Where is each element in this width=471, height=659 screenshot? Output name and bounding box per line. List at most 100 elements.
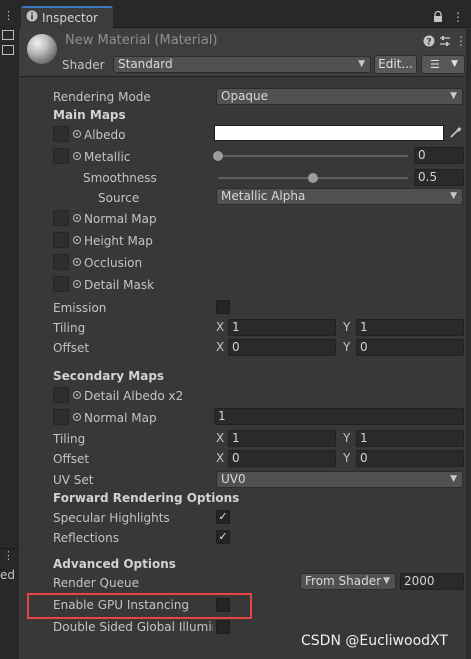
- left-panel-upper: [0, 0, 19, 548]
- chevron-down-icon: ▼: [450, 474, 457, 484]
- smoothness-label: Smoothness: [83, 171, 157, 185]
- tiling-x-field[interactable]: 1: [228, 319, 336, 336]
- metallic-label: Metallic: [84, 150, 131, 164]
- tab-inspector-label: Inspector: [42, 11, 98, 25]
- secondary-normal-scale-field[interactable]: 1: [214, 408, 464, 425]
- source-value: Metallic Alpha: [221, 189, 306, 203]
- left-kebab-icon[interactable]: ⋮: [3, 8, 14, 24]
- shader-dropdown-value: Standard: [118, 57, 173, 71]
- left-panel-text: ed: [0, 568, 15, 582]
- object-picker-icon[interactable]: [73, 152, 81, 160]
- source-label: Source: [98, 191, 140, 205]
- detail-mask-texture-slot[interactable]: [53, 276, 69, 292]
- emission-label: Emission: [53, 301, 107, 315]
- height-map-texture-slot[interactable]: [53, 232, 69, 248]
- chevron-down-icon: ▼: [358, 59, 365, 69]
- rendering-mode-value: Opaque: [221, 89, 269, 103]
- render-queue-value-field[interactable]: 2000: [400, 573, 464, 590]
- help-icon[interactable]: ?: [423, 35, 435, 47]
- chevron-down-icon: ▼: [450, 91, 457, 101]
- normal-map-label: Normal Map: [84, 212, 157, 226]
- left-window-icon[interactable]: [2, 45, 14, 55]
- highlight-box: [27, 593, 252, 619]
- occlusion-label: Occlusion: [84, 256, 143, 270]
- emission-checkbox[interactable]: [216, 300, 230, 314]
- object-picker-icon[interactable]: [73, 214, 81, 222]
- lock-icon[interactable]: [433, 11, 443, 23]
- chevron-down-icon: ▼: [451, 59, 458, 69]
- info-icon: [26, 10, 38, 22]
- left-lock-window-icon[interactable]: [2, 30, 14, 40]
- object-picker-icon[interactable]: [73, 258, 81, 266]
- secondary-tiling-x-label: X: [216, 431, 225, 445]
- render-queue-label: Render Queue: [53, 576, 139, 590]
- occlusion-texture-slot[interactable]: [53, 254, 69, 270]
- object-picker-icon[interactable]: [73, 413, 81, 421]
- offset-label: Offset: [53, 341, 90, 355]
- metallic-texture-slot[interactable]: [53, 148, 69, 164]
- detail-albedo-label: Detail Albedo x2: [84, 389, 184, 403]
- inspector-scrollbar[interactable]: [466, 29, 471, 659]
- left-panel-strip: ⋮ ⋮ ed: [0, 0, 19, 659]
- checkmark-icon: ✓: [218, 530, 228, 543]
- shader-list-button[interactable]: ☰ ▼: [421, 55, 465, 74]
- detail-albedo-texture-slot[interactable]: [53, 387, 69, 403]
- shader-dropdown[interactable]: Standard ▼: [113, 56, 371, 73]
- tiling-y-label: Y: [343, 320, 351, 334]
- edit-shader-button[interactable]: Edit...: [374, 55, 417, 74]
- double-sided-gi-label: Double Sided Global Illuminat: [53, 620, 213, 634]
- detail-mask-label: Detail Mask: [84, 278, 155, 292]
- uv-set-value: UV0: [221, 472, 246, 486]
- uv-set-dropdown[interactable]: UV0 ▼: [216, 471, 463, 488]
- double-sided-gi-checkbox[interactable]: [216, 620, 230, 634]
- object-picker-icon[interactable]: [73, 391, 81, 399]
- advanced-options-heading: Advanced Options: [53, 557, 176, 571]
- material-preview-sphere: [27, 34, 57, 64]
- albedo-texture-slot[interactable]: [53, 126, 69, 142]
- metallic-slider-track[interactable]: [218, 155, 408, 157]
- render-queue-mode: From Shader: [305, 574, 382, 588]
- rendering-mode-dropdown[interactable]: Opaque ▼: [216, 88, 463, 105]
- secondary-normal-map-label: Normal Map: [84, 411, 157, 425]
- normal-map-texture-slot[interactable]: [53, 210, 69, 226]
- uv-set-label: UV Set: [53, 473, 94, 487]
- secondary-normal-map-texture-slot[interactable]: [53, 409, 69, 425]
- object-picker-icon[interactable]: [73, 236, 81, 244]
- object-picker-icon[interactable]: [73, 130, 81, 138]
- kebab-menu-icon[interactable]: ⋮: [452, 9, 464, 25]
- offset-y-field[interactable]: 0: [356, 339, 464, 356]
- preset-sliders-icon[interactable]: [439, 35, 451, 47]
- smoothness-value-field[interactable]: 0.5: [414, 169, 464, 186]
- secondary-offset-x-field[interactable]: 0: [228, 450, 336, 467]
- tiling-y-field[interactable]: 1: [356, 319, 464, 336]
- object-picker-icon[interactable]: [73, 280, 81, 288]
- albedo-color-field[interactable]: [214, 125, 444, 141]
- source-dropdown[interactable]: Metallic Alpha ▼: [216, 188, 463, 205]
- height-map-label: Height Map: [84, 234, 153, 248]
- offset-x-field[interactable]: 0: [228, 339, 336, 356]
- left-lower-kebab-icon[interactable]: ⋮: [3, 548, 14, 564]
- offset-x-label: X: [216, 340, 225, 354]
- forward-rendering-heading: Forward Rendering Options: [53, 491, 240, 505]
- rendering-mode-label: Rendering Mode: [53, 90, 151, 104]
- eyedropper-icon[interactable]: [449, 126, 462, 139]
- secondary-tiling-y-field[interactable]: 1: [356, 430, 464, 447]
- svg-text:?: ?: [426, 38, 431, 48]
- main-maps-heading: Main Maps: [53, 108, 126, 122]
- specular-highlights-checkbox[interactable]: ✓: [216, 510, 230, 524]
- render-queue-dropdown[interactable]: From Shader ▼: [300, 573, 396, 590]
- smoothness-slider-thumb[interactable]: [308, 173, 318, 183]
- specular-highlights-label: Specular Highlights: [53, 511, 170, 525]
- material-title: New Material (Material): [65, 33, 218, 48]
- chevron-down-icon: ▼: [383, 576, 390, 586]
- secondary-tiling-y-label: Y: [343, 431, 351, 445]
- secondary-offset-x-label: X: [216, 451, 225, 465]
- metallic-slider-thumb[interactable]: [213, 151, 223, 161]
- secondary-offset-y-field[interactable]: 0: [356, 450, 464, 467]
- chevron-down-icon: ▼: [450, 191, 457, 201]
- secondary-offset-y-label: Y: [343, 451, 351, 465]
- reflections-label: Reflections: [53, 531, 119, 545]
- metallic-value-field[interactable]: 0: [414, 147, 464, 164]
- secondary-tiling-x-field[interactable]: 1: [228, 430, 336, 447]
- reflections-checkbox[interactable]: ✓: [216, 530, 230, 544]
